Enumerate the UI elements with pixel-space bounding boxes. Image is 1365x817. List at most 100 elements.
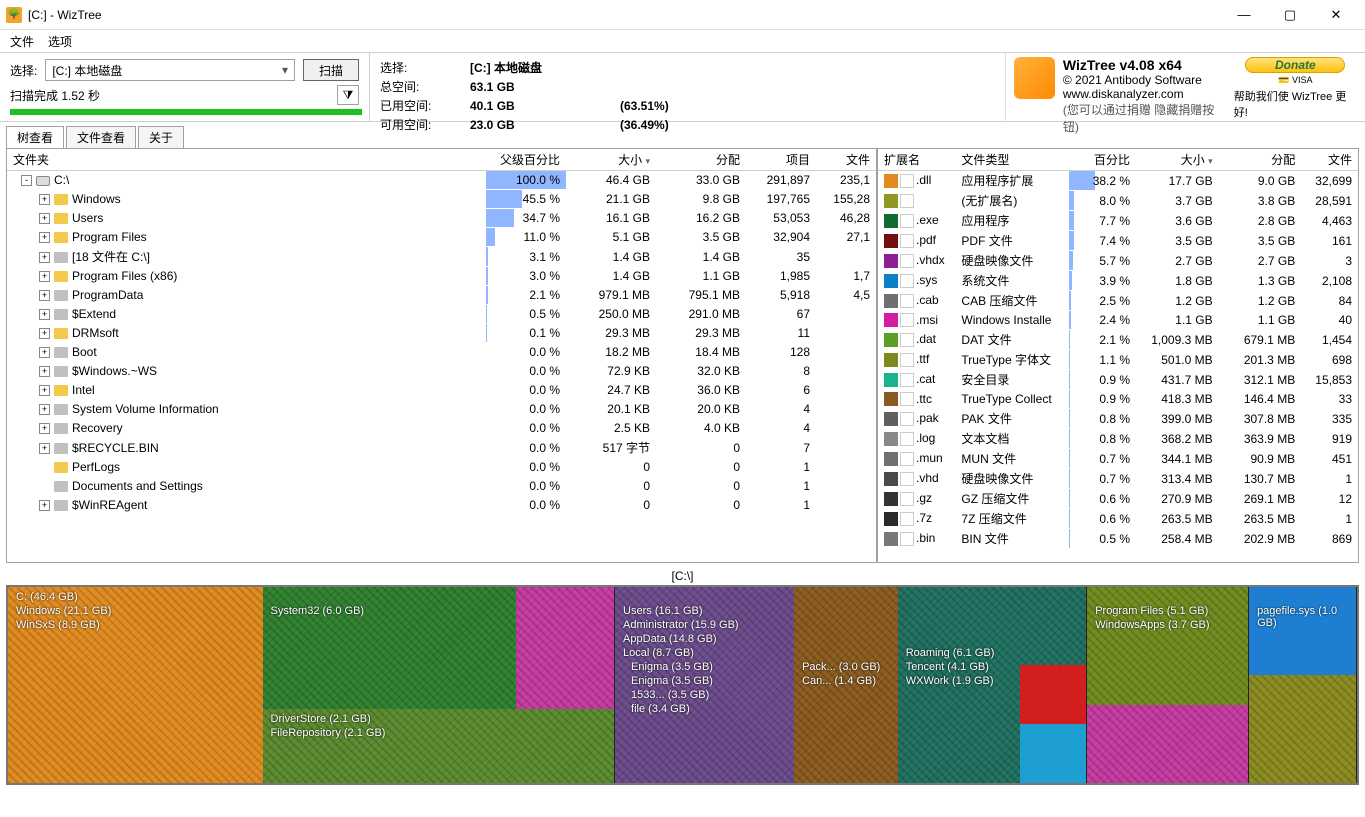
ext-row[interactable]: .pdfPDF 文件7.4 %3.5 GB3.5 GB161 <box>878 231 1358 251</box>
tree-header-row[interactable]: 文件夹 父级百分比 大小 ▾ 分配 项目 文件 <box>7 149 876 171</box>
ext-row[interactable]: .vhd硬盘映像文件0.7 %313.4 MB130.7 MB1 <box>878 469 1358 489</box>
ext-row[interactable]: (无扩展名)8.0 %3.7 GB3.8 GB28,591 <box>878 191 1358 211</box>
expander[interactable]: + <box>39 290 50 301</box>
sort-desc-icon: ▾ <box>645 156 650 166</box>
menu-options[interactable]: 选项 <box>48 33 72 50</box>
drive-icon <box>36 176 50 186</box>
ext-row[interactable]: .cabCAB 压缩文件2.5 %1.2 GB1.2 GB84 <box>878 291 1358 311</box>
tree-row[interactable]: +Windows45.5 %21.1 GB9.8 GB197,765155,28 <box>7 190 876 209</box>
tree-pane[interactable]: 文件夹 父级百分比 大小 ▾ 分配 项目 文件 -C:\100.0 %46.4 … <box>7 149 878 562</box>
tree-row[interactable]: +$Extend0.5 %250.0 MB291.0 MB67 <box>7 305 876 324</box>
color-swatch <box>884 294 898 308</box>
ext-row[interactable]: .binBIN 文件0.5 %258.4 MB202.9 MB869 <box>878 529 1358 549</box>
color-swatch <box>884 274 898 288</box>
tree-row[interactable]: +Program Files11.0 %5.1 GB3.5 GB32,90427… <box>7 228 876 247</box>
ext-row[interactable]: .vhdx硬盘映像文件5.7 %2.7 GB2.7 GB3 <box>878 251 1358 271</box>
tree-row[interactable]: -C:\100.0 %46.4 GB33.0 GB291,897235,1 <box>7 171 876 190</box>
product-link[interactable]: www.diskanalyzer.com <box>1063 87 1226 101</box>
extension-pane[interactable]: 扩展名 文件类型 百分比 大小 ▾ 分配 文件 .dll应用程序扩展38.2 %… <box>878 149 1358 562</box>
filetype-icon <box>900 214 914 228</box>
funnel-icon: ⧩ <box>343 88 354 103</box>
folder-icon <box>54 347 68 358</box>
tab-tree[interactable]: 树查看 <box>6 126 64 148</box>
ext-row[interactable]: .datDAT 文件2.1 %1,009.3 MB679.1 MB1,454 <box>878 330 1358 350</box>
tree-row[interactable]: PerfLogs0.0 %001 <box>7 458 876 477</box>
ext-row[interactable]: .pakPAK 文件0.8 %399.0 MB307.8 MB335 <box>878 409 1358 429</box>
filetype-icon <box>900 373 914 387</box>
menu-file[interactable]: 文件 <box>10 33 34 50</box>
expander[interactable]: + <box>39 194 50 205</box>
tree-row[interactable]: Documents and Settings0.0 %001 <box>7 477 876 496</box>
folder-icon <box>54 423 68 434</box>
expander[interactable]: + <box>39 443 50 454</box>
filetype-icon <box>900 432 914 446</box>
ext-row[interactable]: .exe应用程序7.7 %3.6 GB2.8 GB4,463 <box>878 211 1358 231</box>
tree-row[interactable]: +$Windows.~WS0.0 %72.9 KB32.0 KB8 <box>7 362 876 381</box>
color-swatch <box>884 194 898 208</box>
filetype-icon <box>900 313 914 327</box>
expander[interactable]: - <box>21 175 32 186</box>
tree-row[interactable]: +$WinREAgent0.0 %001 <box>7 496 876 515</box>
stats: 选择:[C:] 本地磁盘 总空间:63.1 GB 已用空间:40.1 GB(63… <box>370 53 1005 121</box>
filetype-icon <box>900 353 914 367</box>
tab-file[interactable]: 文件查看 <box>66 126 136 148</box>
tree-row[interactable]: +Boot0.0 %18.2 MB18.4 MB128 <box>7 343 876 362</box>
color-swatch <box>884 254 898 268</box>
folder-icon <box>54 194 68 205</box>
ext-row[interactable]: .dll应用程序扩展38.2 %17.7 GB9.0 GB32,699 <box>878 171 1358 191</box>
filetype-icon <box>900 512 914 526</box>
ext-row[interactable]: .msiWindows Installe2.4 %1.1 GB1.1 GB40 <box>878 311 1358 330</box>
payment-icons: 💳 VISA <box>1278 75 1312 86</box>
tree-row[interactable]: +System Volume Information0.0 %20.1 KB20… <box>7 400 876 419</box>
ext-row[interactable]: .sys系统文件3.9 %1.8 GB1.3 GB2,108 <box>878 271 1358 291</box>
expander[interactable]: + <box>39 404 50 415</box>
ext-header-row[interactable]: 扩展名 文件类型 百分比 大小 ▾ 分配 文件 <box>878 149 1358 171</box>
color-swatch <box>884 512 898 526</box>
ext-row[interactable]: .munMUN 文件0.7 %344.1 MB90.9 MB451 <box>878 449 1358 469</box>
toolbar: 选择: [C:] 本地磁盘 扫描 扫描完成 1.52 秒 ⧩ 选择:[C:] 本… <box>0 52 1365 122</box>
tree-row[interactable]: +Recovery0.0 %2.5 KB4.0 KB4 <box>7 419 876 438</box>
ext-row[interactable]: .log文本文档0.8 %368.2 MB363.9 MB919 <box>878 429 1358 449</box>
minimize-button[interactable]: — <box>1221 0 1267 30</box>
close-button[interactable]: ✕ <box>1313 0 1359 30</box>
expander[interactable]: + <box>39 366 50 377</box>
tree-row[interactable]: +Program Files (x86)3.0 %1.4 GB1.1 GB1,9… <box>7 267 876 286</box>
folder-icon <box>54 252 68 263</box>
ext-row[interactable]: .gzGZ 压缩文件0.6 %270.9 MB269.1 MB12 <box>878 489 1358 509</box>
donate-button[interactable]: Donate <box>1245 57 1345 73</box>
expander[interactable]: + <box>39 309 50 320</box>
tab-about[interactable]: 关于 <box>138 126 184 148</box>
filter-button[interactable]: ⧩ <box>337 85 359 105</box>
expander[interactable]: + <box>39 423 50 434</box>
tree-row[interactable]: +Intel0.0 %24.7 KB36.0 KB6 <box>7 381 876 400</box>
tree-row[interactable]: +[18 文件在 C:\]3.1 %1.4 GB1.4 GB35 <box>7 247 876 267</box>
tree-row[interactable]: +$RECYCLE.BIN0.0 %517 字节07 <box>7 438 876 458</box>
ext-row[interactable]: .7z7Z 压缩文件0.6 %263.5 MB263.5 MB1 <box>878 509 1358 529</box>
expander[interactable]: + <box>39 213 50 224</box>
tree-row[interactable]: +DRMsoft0.1 %29.3 MB29.3 MB11 <box>7 324 876 343</box>
tree-row[interactable]: +Users34.7 %16.1 GB16.2 GB53,05346,28 <box>7 209 876 228</box>
expander[interactable]: + <box>39 347 50 358</box>
color-swatch <box>884 353 898 367</box>
tree-row[interactable]: +ProgramData2.1 %979.1 MB795.1 MB5,9184,… <box>7 286 876 305</box>
maximize-button[interactable]: ▢ <box>1267 0 1313 30</box>
ext-row[interactable]: .ttfTrueType 字体文1.1 %501.0 MB201.3 MB698 <box>878 350 1358 370</box>
filetype-icon <box>900 452 914 466</box>
filetype-icon <box>900 532 914 546</box>
expander[interactable]: + <box>39 232 50 243</box>
folder-icon <box>54 500 68 511</box>
treemap[interactable]: C: (46.4 GB) Windows (21.1 GB) WinSxS (8… <box>6 585 1359 785</box>
drive-select[interactable]: [C:] 本地磁盘 <box>45 59 295 81</box>
expander[interactable]: + <box>39 328 50 339</box>
expander[interactable]: + <box>39 385 50 396</box>
expander[interactable]: + <box>39 500 50 511</box>
expander[interactable]: + <box>39 271 50 282</box>
folder-icon <box>54 443 68 454</box>
ext-row[interactable]: .cat安全目录0.9 %431.7 MB312.1 MB15,853 <box>878 370 1358 390</box>
treemap-title: [C:\] <box>6 567 1359 585</box>
expander[interactable]: + <box>39 252 50 263</box>
folder-icon <box>54 328 68 339</box>
ext-row[interactable]: .ttcTrueType Collect0.9 %418.3 MB146.4 M… <box>878 390 1358 409</box>
scan-button[interactable]: 扫描 <box>303 59 359 81</box>
color-swatch <box>884 492 898 506</box>
